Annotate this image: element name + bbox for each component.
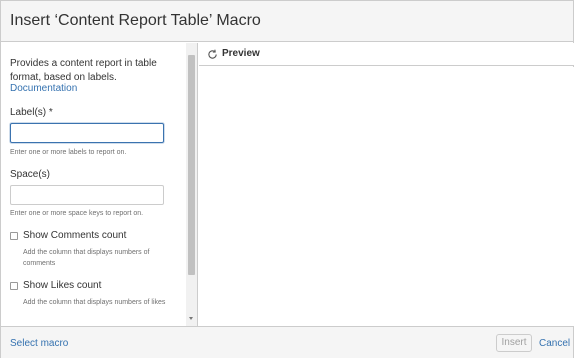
parameters-scrollbar[interactable] [186, 43, 197, 326]
dialog-header: Insert ‘Content Report Table’ Macro [1, 1, 573, 42]
dialog-title: Insert ‘Content Report Table’ Macro [10, 12, 261, 29]
spaces-input[interactable] [10, 185, 164, 205]
preview-area [199, 67, 574, 326]
labels-field-label: Label(s) * [10, 107, 53, 118]
preview-label[interactable]: Preview [222, 48, 260, 59]
spaces-helper-text: Enter one or more space keys to report o… [10, 210, 144, 217]
select-macro-link[interactable]: Select macro [10, 338, 68, 349]
show-comments-checkbox[interactable] [10, 232, 18, 240]
macro-parameters-panel: Provides a content report in table forma… [1, 43, 198, 326]
dialog-footer: Select macro Insert Cancel [1, 326, 573, 358]
insert-button[interactable]: Insert [496, 334, 532, 352]
cancel-link[interactable]: Cancel [539, 338, 570, 349]
preview-toolbar: Preview [199, 43, 574, 66]
macro-description: Provides a content report in table forma… [10, 58, 157, 83]
show-comments-label[interactable]: Show Comments count [23, 230, 126, 241]
macro-dialog: Insert ‘Content Report Table’ Macro Prov… [0, 0, 574, 358]
scroll-down-arrow-icon[interactable] [189, 317, 193, 320]
spaces-field-label: Space(s) [10, 169, 51, 180]
scrollbar-thumb[interactable] [188, 55, 195, 275]
refresh-icon[interactable] [207, 49, 218, 60]
show-likes-label[interactable]: Show Likes count [23, 280, 101, 291]
show-comments-helper-text: Add the column that displays numbers of … [23, 249, 150, 267]
show-likes-checkbox[interactable] [10, 282, 18, 290]
documentation-link[interactable]: Documentation [10, 83, 77, 94]
labels-helper-text: Enter one or more labels to report on. [10, 149, 127, 156]
labels-input[interactable] [10, 123, 164, 143]
show-likes-helper-text: Add the column that displays numbers of … [23, 299, 166, 306]
